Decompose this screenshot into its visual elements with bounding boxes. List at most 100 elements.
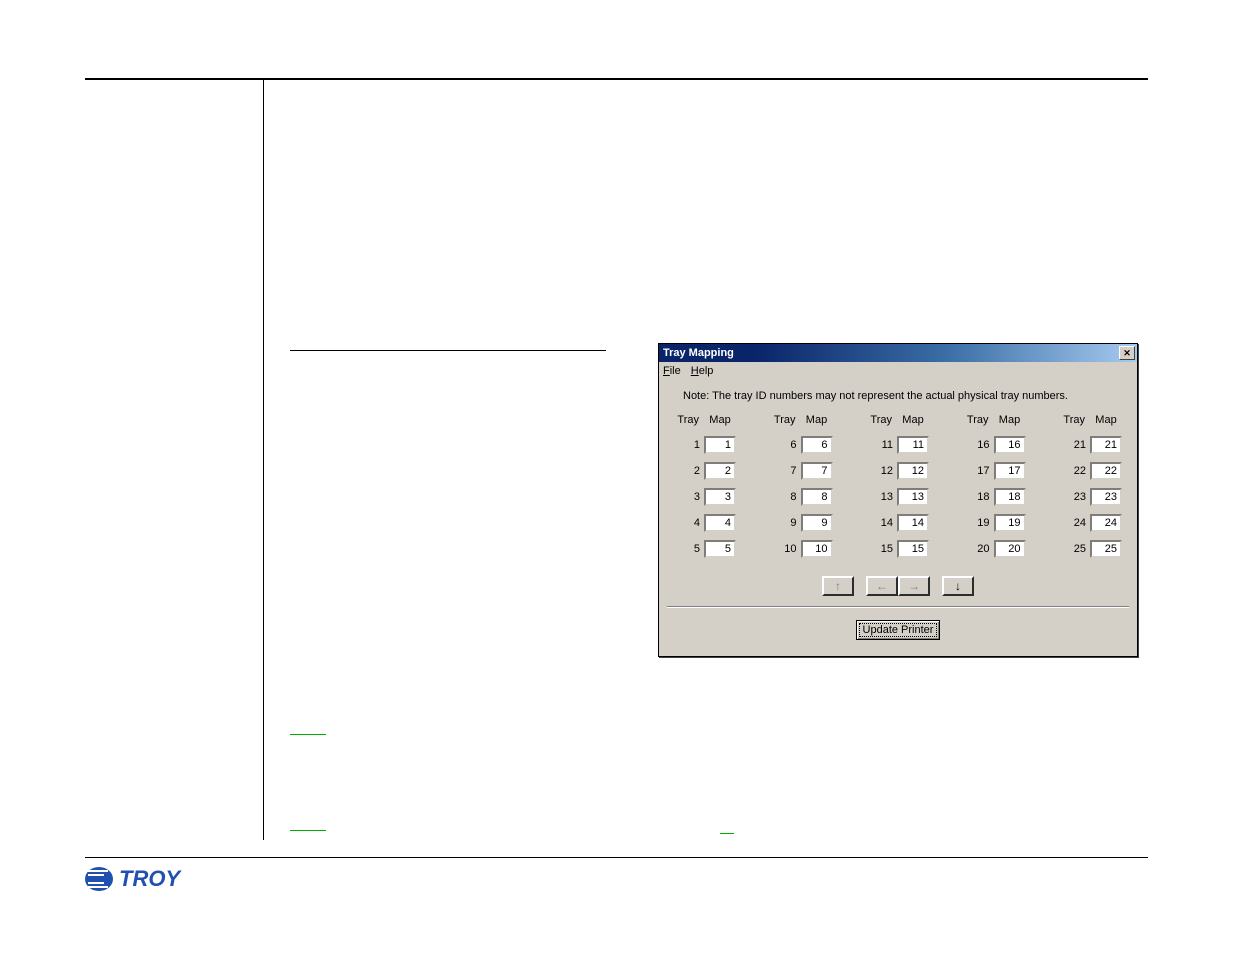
tray-row: 1 [673,432,737,458]
tray-row: 9 [770,510,834,536]
map-input-9[interactable] [801,514,833,532]
close-button[interactable]: ✕ [1119,346,1135,360]
map-input-4[interactable] [704,514,736,532]
tray-col-4: Tray Map 16 17 18 19 20 [963,414,1027,562]
tray-label: 17 [963,465,991,477]
map-input-7[interactable] [801,462,833,480]
close-icon: ✕ [1123,349,1131,358]
tray-label: 16 [963,439,991,451]
troy-logo-text: TROY [119,866,180,892]
map-input-16[interactable] [994,436,1026,454]
tray-label: 2 [673,465,701,477]
tray-row: 23 [1059,484,1123,510]
tray-row: 13 [866,484,930,510]
tray-row: 16 [963,432,1027,458]
map-input-13[interactable] [897,488,929,506]
tray-label: 20 [963,543,991,555]
col-head-map: Map [703,414,737,426]
tray-col-3: Tray Map 11 12 13 14 15 [866,414,930,562]
tray-label: 11 [866,439,894,451]
tray-label: 3 [673,491,701,503]
tray-row: 17 [963,458,1027,484]
map-input-5[interactable] [704,540,736,558]
tray-row: 18 [963,484,1027,510]
page-mid-rule [290,350,606,351]
tray-label: 9 [770,517,798,529]
tray-label: 6 [770,439,798,451]
map-input-18[interactable] [994,488,1026,506]
tray-label: 18 [963,491,991,503]
map-input-15[interactable] [897,540,929,558]
nav-left-button[interactable]: ← [866,576,898,596]
tray-row: 21 [1059,432,1123,458]
tray-row: 5 [673,536,737,562]
tray-col-1: Tray Map 1 2 3 4 5 [673,414,737,562]
map-input-25[interactable] [1090,540,1122,558]
dialog-menubar: File Help [659,362,1137,380]
col-head: Tray Map [866,414,930,426]
tray-row: 7 [770,458,834,484]
menu-file[interactable]: File [663,365,681,377]
map-input-17[interactable] [994,462,1026,480]
tray-label: 24 [1059,517,1087,529]
tray-row: 20 [963,536,1027,562]
tray-row: 22 [1059,458,1123,484]
col-head: Tray Map [770,414,834,426]
tray-label: 13 [866,491,894,503]
nav-right-button[interactable]: → [898,576,930,596]
tray-label: 25 [1059,543,1087,555]
tray-grid: Tray Map 1 2 3 4 5 Tray Map 6 7 8 9 10 T… [659,410,1137,572]
green-dash-2 [290,830,326,831]
nav-row: ↑ ← → ↓ [659,572,1137,606]
map-input-14[interactable] [897,514,929,532]
tray-label: 4 [673,517,701,529]
dialog-titlebar: Tray Mapping ✕ [659,344,1137,362]
map-input-8[interactable] [801,488,833,506]
col-head: Tray Map [963,414,1027,426]
tray-row: 19 [963,510,1027,536]
page-vertical-rule [263,80,264,840]
map-input-2[interactable] [704,462,736,480]
tray-col-2: Tray Map 6 7 8 9 10 [770,414,834,562]
tray-label: 21 [1059,439,1087,451]
col-head: Tray Map [673,414,737,426]
map-input-11[interactable] [897,436,929,454]
map-input-19[interactable] [994,514,1026,532]
tray-label: 5 [673,543,701,555]
page-bottom-rule [85,857,1148,858]
map-input-20[interactable] [994,540,1026,558]
tray-label: 12 [866,465,894,477]
dialog-title: Tray Mapping [663,347,1119,359]
col-head-map: Map [993,414,1027,426]
nav-down-button[interactable]: ↓ [942,576,974,596]
map-input-21[interactable] [1090,436,1122,454]
arrow-right-icon: → [908,579,920,593]
tray-row: 6 [770,432,834,458]
tray-row: 14 [866,510,930,536]
col-head-tray: Tray [1059,414,1089,426]
update-printer-button[interactable]: Update Printer [856,620,941,640]
dialog-note: Note: The tray ID numbers may not repres… [659,380,1137,410]
map-input-23[interactable] [1090,488,1122,506]
tray-row: 12 [866,458,930,484]
tray-row: 10 [770,536,834,562]
nav-up-button[interactable]: ↑ [822,576,854,596]
map-input-12[interactable] [897,462,929,480]
map-input-10[interactable] [801,540,833,558]
col-head-map: Map [1089,414,1123,426]
menu-help[interactable]: Help [691,365,714,377]
map-input-6[interactable] [801,436,833,454]
map-input-1[interactable] [704,436,736,454]
col-head-tray: Tray [963,414,993,426]
tray-row: 2 [673,458,737,484]
green-dash-3 [720,833,734,834]
dialog-separator [667,606,1129,608]
map-input-24[interactable] [1090,514,1122,532]
tray-row: 4 [673,510,737,536]
tray-label: 1 [673,439,701,451]
col-head-tray: Tray [770,414,800,426]
map-input-3[interactable] [704,488,736,506]
nav-left-right: ← → [866,576,930,596]
arrow-down-icon: ↓ [955,579,961,593]
map-input-22[interactable] [1090,462,1122,480]
